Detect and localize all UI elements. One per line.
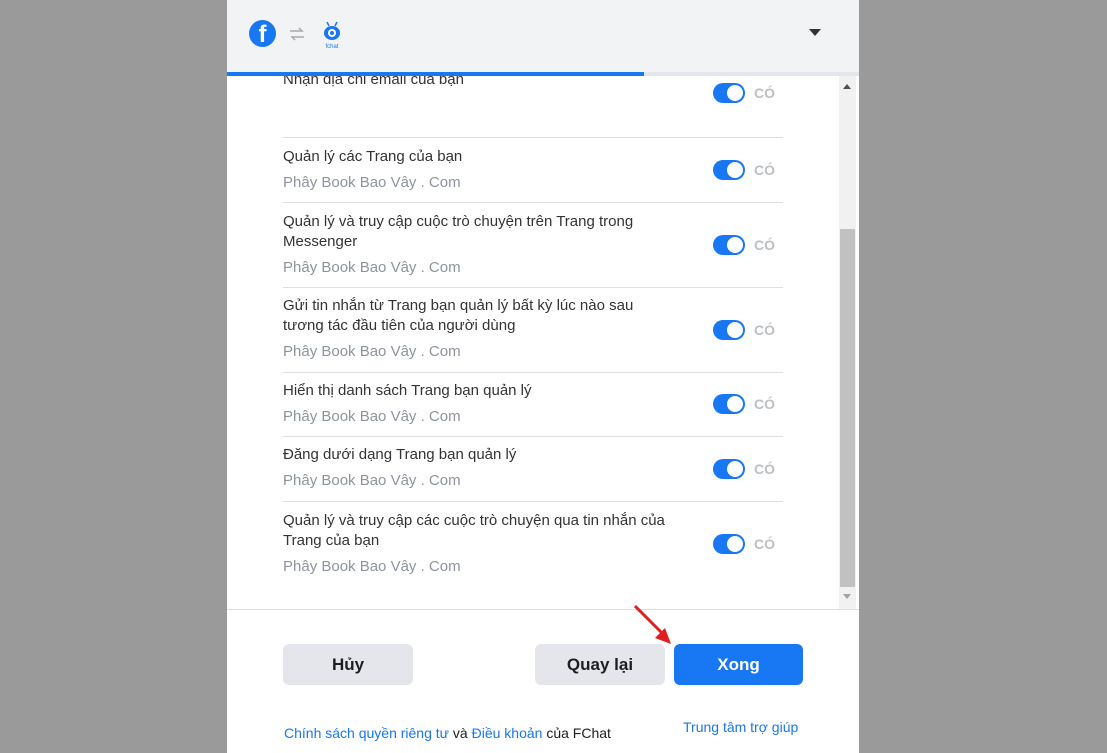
permissions-dialog: f fchat Nhận địa chỉ email của bạn CÓ Quản…: [227, 0, 859, 753]
terms-link[interactable]: Điều khoản: [472, 725, 543, 741]
permission-page-name: Phây Book Bao Vây . Com: [283, 408, 461, 425]
permission-item: Gửi tin nhắn từ Trang bạn quản lý bất kỳ…: [283, 288, 783, 373]
permission-title: Quản lý và truy cập cuộc trò chuyện trên…: [283, 213, 634, 250]
toggle-label: CÓ: [754, 461, 775, 477]
fchat-logo-icon: fchat: [324, 21, 340, 50]
permission-item: Hiển thị danh sách Trang bạn quản lý Phây…: [283, 373, 783, 437]
scroll-down-icon[interactable]: [843, 594, 851, 599]
permissions-scroll-area[interactable]: Nhận địa chỉ email của bạn CÓ Quản lý các …: [227, 76, 859, 609]
toggle-label: CÓ: [754, 237, 775, 253]
permission-title: Quản lý các Trang của bạn: [283, 148, 463, 165]
chevron-down-icon[interactable]: [809, 29, 821, 36]
permission-page-name: Phây Book Bao Vây . Com: [283, 343, 461, 360]
toggle-label: CÓ: [754, 536, 775, 552]
toggle-knob: [727, 237, 743, 253]
permission-title: Nhận địa chỉ email của bạn: [283, 76, 464, 88]
permission-item: Nhận địa chỉ email của bạn CÓ: [283, 76, 783, 138]
privacy-policy-link[interactable]: Chính sách quyền riêng tư: [284, 725, 449, 741]
permission-toggle[interactable]: [713, 320, 745, 340]
toggle-knob: [727, 162, 743, 178]
footer-legal-text: Chính sách quyền riêng tư và Điều khoản …: [284, 725, 611, 741]
scroll-up-icon[interactable]: [843, 84, 851, 89]
permission-page-name: Phây Book Bao Vây . Com: [283, 558, 461, 575]
toggle-knob: [727, 322, 743, 338]
toggle-knob: [727, 85, 743, 101]
permission-title: Đăng dưới dạng Trang bạn quản lý: [283, 446, 517, 463]
permission-page-name: Phây Book Bao Vây . Com: [283, 259, 461, 276]
permission-toggle[interactable]: [713, 394, 745, 414]
permission-title: Gửi tin nhắn từ Trang bạn quản lý bất kỳ…: [283, 297, 634, 334]
permission-item: Quản lý và truy cập các cuộc trò chuyện …: [283, 502, 783, 597]
scrollbar[interactable]: [839, 76, 856, 609]
toggle-label: CÓ: [754, 322, 775, 338]
svg-text:fchat: fchat: [325, 44, 338, 50]
back-button[interactable]: Quay lại: [535, 644, 665, 685]
scrollbar-thumb[interactable]: [840, 229, 855, 587]
toggle-label: CÓ: [754, 162, 775, 178]
permission-page-name: Phây Book Bao Vây . Com: [283, 472, 461, 489]
permission-item: Quản lý các Trang của bạn Phây Book Bao V…: [283, 138, 783, 203]
toggle-knob: [727, 461, 743, 477]
permission-toggle[interactable]: [713, 459, 745, 479]
and-text: và: [449, 725, 472, 741]
cancel-button[interactable]: Hủy: [283, 644, 413, 685]
permission-toggle[interactable]: [713, 83, 745, 103]
dialog-header: f fchat: [227, 0, 859, 73]
toggle-knob: [727, 396, 743, 412]
annotation-arrow-icon: [633, 604, 671, 644]
permission-title: Hiển thị danh sách Trang bạn quản lý: [283, 382, 532, 399]
done-button[interactable]: Xong: [674, 644, 803, 685]
toggle-label: CÓ: [754, 85, 775, 101]
toggle-label: CÓ: [754, 396, 775, 412]
permission-toggle[interactable]: [713, 235, 745, 255]
facebook-logo-icon: f: [249, 20, 276, 47]
toggle-knob: [727, 536, 743, 552]
permission-item: Đăng dưới dạng Trang bạn quản lý Phây Boo…: [283, 437, 783, 502]
of-fchat-text: của FChat: [542, 725, 611, 741]
permission-item: Quản lý và truy cập cuộc trò chuyện trên…: [283, 203, 783, 288]
swap-icon: [290, 27, 304, 41]
permission-toggle[interactable]: [713, 534, 745, 554]
footer-divider: [227, 609, 859, 610]
permission-title: Quản lý và truy cập các cuộc trò chuyện …: [283, 512, 665, 549]
permission-toggle[interactable]: [713, 160, 745, 180]
help-center-link[interactable]: Trung tâm trợ giúp: [683, 719, 798, 735]
permission-page-name: Phây Book Bao Vây . Com: [283, 174, 461, 191]
